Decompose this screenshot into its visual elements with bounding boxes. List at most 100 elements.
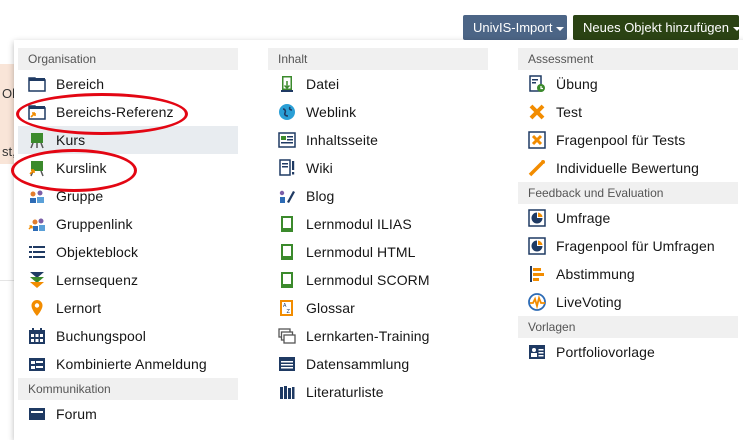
forum-icon: [28, 405, 46, 423]
group-icon: [28, 187, 46, 205]
menu-item-label: Literaturliste: [306, 384, 384, 400]
menu-item-lernkarten-training[interactable]: Lernkarten-Training: [268, 322, 488, 350]
menu-item-buchungspool[interactable]: Buchungspool: [18, 322, 238, 350]
caret-down-icon: [556, 26, 565, 31]
menu-item-individuelle-bewertung[interactable]: Individuelle Bewertung: [518, 154, 738, 182]
content-page-icon: [278, 131, 296, 149]
menu-item-label: Wiki: [306, 160, 333, 176]
menu-item-test[interactable]: Test: [518, 98, 738, 126]
exercise-icon: [528, 75, 546, 93]
menu-item-label: Kurslink: [56, 160, 107, 176]
add-object-dropdown: Organisation Bereich Bereichs-Referenz K…: [14, 40, 743, 440]
menu-item-label: Lernmodul SCORM: [306, 272, 430, 288]
blog-icon: [278, 187, 296, 205]
weblink-icon: [278, 103, 296, 121]
poll-icon: [528, 265, 546, 283]
item-group-icon: [28, 243, 46, 261]
column-inhalt: Inhalt Datei Weblink Inhaltsseite Wiki B…: [268, 48, 488, 406]
menu-item-kurs[interactable]: Kurs: [18, 126, 238, 154]
learning-module-html-icon: [278, 243, 296, 261]
menu-item-lernsequenz[interactable]: Lernsequenz: [18, 266, 238, 294]
menu-item-label: Übung: [556, 76, 598, 92]
data-collection-icon: [278, 355, 296, 373]
menu-item-kombinierte-anmeldung[interactable]: Kombinierte Anmeldung: [18, 350, 238, 378]
menu-item-datensammlung[interactable]: Datensammlung: [268, 350, 488, 378]
menu-item-wiki[interactable]: Wiki: [268, 154, 488, 182]
course-icon: [28, 131, 46, 149]
learning-module-icon: [278, 215, 296, 233]
menu-item-label: Weblink: [306, 104, 357, 120]
menu-item-label: Umfrage: [556, 210, 611, 226]
add-new-object-button[interactable]: Neues Objekt hinzufügen: [573, 15, 741, 40]
wiki-icon: [278, 159, 296, 177]
menu-item-lernort[interactable]: Lernort: [18, 294, 238, 322]
group-header-organisation: Organisation: [18, 48, 238, 70]
menu-item-weblink[interactable]: Weblink: [268, 98, 488, 126]
group-header-inhalt: Inhalt: [268, 48, 488, 70]
menu-item-glossar[interactable]: AZ Glossar: [268, 294, 488, 322]
menu-item-label: Kurs: [56, 132, 86, 148]
menu-item-label: Gruppenlink: [56, 216, 133, 232]
group-header-assessment: Assessment: [518, 48, 738, 70]
bibliography-icon: [278, 383, 296, 401]
menu-item-uebung[interactable]: Übung: [518, 70, 738, 98]
menu-item-umfrage[interactable]: Umfrage: [518, 204, 738, 232]
menu-item-label: Abstimmung: [556, 266, 635, 282]
flashcards-icon: [278, 327, 296, 345]
learning-sequence-icon: [28, 271, 46, 289]
individual-assessment-icon: [528, 159, 546, 177]
menu-item-label: Forum: [56, 406, 97, 422]
calendar-icon: [28, 327, 46, 345]
live-voting-icon: [528, 293, 546, 311]
question-pool-icon: [528, 131, 546, 149]
menu-item-portfoliovorlage[interactable]: Portfoliovorlage: [518, 338, 738, 366]
menu-item-abstimmung[interactable]: Abstimmung: [518, 260, 738, 288]
file-icon: [278, 75, 296, 93]
survey-pool-icon: [528, 237, 546, 255]
location-pin-icon: [28, 299, 46, 317]
menu-item-label: Gruppe: [56, 188, 104, 204]
group-header-vorlagen: Vorlagen: [518, 316, 738, 338]
menu-item-label: LiveVoting: [556, 294, 622, 310]
menu-item-blog[interactable]: Blog: [268, 182, 488, 210]
menu-item-livevoting[interactable]: LiveVoting: [518, 288, 738, 316]
menu-item-label: Individuelle Bewertung: [556, 160, 700, 176]
menu-item-label: Datei: [306, 76, 340, 92]
menu-item-datei[interactable]: Datei: [268, 70, 488, 98]
menu-item-fragenpool-tests[interactable]: Fragenpool für Tests: [518, 126, 738, 154]
menu-item-objekteblock[interactable]: Objekteblock: [18, 238, 238, 266]
group-header-feedback: Feedback und Evaluation: [518, 182, 738, 204]
menu-item-bereich[interactable]: Bereich: [18, 70, 238, 98]
menu-item-label: Objekteblock: [56, 244, 139, 260]
svg-text:Z: Z: [287, 309, 291, 315]
univis-import-button[interactable]: UnivIS-Import: [463, 15, 567, 40]
menu-item-lernmodul-ilias[interactable]: Lernmodul ILIAS: [268, 210, 488, 238]
column-assessment: Assessment Übung Test Fragenpool für Tes…: [518, 48, 738, 366]
group-link-icon: [28, 215, 46, 233]
menu-item-label: Glossar: [306, 300, 355, 316]
menu-item-literaturliste[interactable]: Literaturliste: [268, 378, 488, 406]
menu-item-gruppe[interactable]: Gruppe: [18, 182, 238, 210]
menu-item-label: Kombinierte Anmeldung: [56, 356, 207, 372]
menu-item-kurslink[interactable]: Kurslink: [18, 154, 238, 182]
menu-item-lernmodul-scorm[interactable]: Lernmodul SCORM: [268, 266, 488, 294]
menu-item-forum[interactable]: Forum: [18, 400, 238, 428]
caret-down-icon: [732, 26, 741, 31]
survey-icon: [528, 209, 546, 227]
menu-item-label: Bereich: [56, 76, 105, 92]
menu-item-fragenpool-umfragen[interactable]: Fragenpool für Umfragen: [518, 232, 738, 260]
menu-item-inhaltsseite[interactable]: Inhaltsseite: [268, 126, 488, 154]
column-organisation: Organisation Bereich Bereichs-Referenz K…: [18, 48, 238, 428]
menu-item-bereichs-referenz[interactable]: Bereichs-Referenz: [18, 98, 238, 126]
learning-module-scorm-icon: [278, 271, 296, 289]
menu-item-label: Bereichs-Referenz: [56, 104, 174, 120]
menu-item-label: Fragenpool für Umfragen: [556, 238, 715, 254]
glossary-icon: AZ: [278, 299, 296, 317]
group-header-kommunikation: Kommunikation: [18, 378, 238, 400]
add-new-object-label: Neues Objekt hinzufügen: [583, 20, 729, 35]
combined-registration-icon: [28, 355, 46, 373]
menu-item-label: Test: [556, 104, 583, 120]
menu-item-gruppenlink[interactable]: Gruppenlink: [18, 210, 238, 238]
menu-item-label: Buchungspool: [56, 328, 146, 344]
menu-item-lernmodul-html[interactable]: Lernmodul HTML: [268, 238, 488, 266]
